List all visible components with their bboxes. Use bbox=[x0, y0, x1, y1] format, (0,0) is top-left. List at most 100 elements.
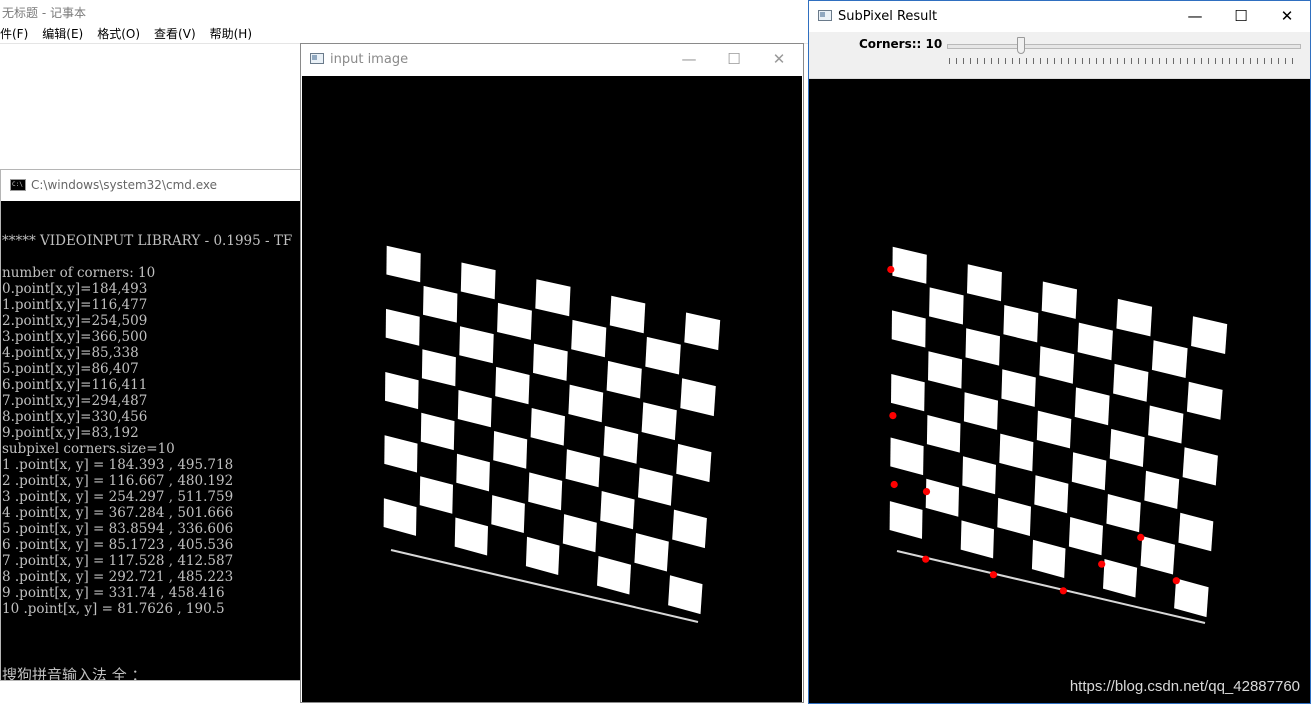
checker-square bbox=[960, 520, 994, 559]
menu-view[interactable]: 查看(V) bbox=[154, 25, 196, 43]
checkerboard-image-with-corners bbox=[887, 246, 1228, 624]
corner-point-marker bbox=[1059, 587, 1067, 595]
checker-square bbox=[1001, 369, 1036, 407]
checker-square bbox=[890, 437, 924, 476]
subpixel-result-canvas bbox=[809, 79, 1310, 703]
checker-square bbox=[684, 312, 721, 351]
console-line: 4 .point[x, y] = 367.284 , 501.666 bbox=[2, 505, 234, 521]
console-line: 2 .point[x, y] = 116.667 , 480.192 bbox=[2, 473, 234, 489]
checker-square bbox=[459, 326, 494, 364]
checker-square bbox=[385, 372, 419, 410]
checker-square bbox=[1034, 475, 1069, 514]
checker-square bbox=[600, 491, 635, 530]
checker-square bbox=[1186, 381, 1223, 420]
checker-square bbox=[419, 476, 453, 514]
console-line: 9.point[x,y]=83,192 bbox=[2, 425, 139, 441]
checker-square bbox=[1003, 305, 1039, 343]
console-line: 1.point[x,y]=116,477 bbox=[2, 297, 148, 313]
checker-square bbox=[638, 467, 673, 506]
checker-square bbox=[641, 402, 677, 441]
checker-square bbox=[1039, 346, 1075, 384]
console-line: 10 .point[x, y] = 81.7626 , 190.5 bbox=[2, 601, 225, 617]
checker-square bbox=[1182, 447, 1218, 486]
console-line: number of corners: 10 bbox=[2, 265, 156, 281]
checker-square bbox=[645, 336, 681, 375]
close-button[interactable]: ✕ bbox=[764, 48, 794, 70]
menu-edit[interactable]: 编辑(E) bbox=[42, 25, 83, 43]
checker-square bbox=[962, 456, 996, 495]
checker-square bbox=[965, 328, 1000, 366]
window-app-icon bbox=[818, 10, 832, 21]
trackbar-track[interactable] bbox=[947, 44, 1301, 49]
input-image-window: input image — ☐ ✕ bbox=[300, 43, 804, 703]
checker-square bbox=[929, 287, 964, 325]
cmd-output: ***** VIDEOINPUT LIBRARY - 0.1995 - TF n… bbox=[2, 217, 301, 617]
checker-square bbox=[491, 495, 525, 533]
console-line: ***** VIDEOINPUT LIBRARY - 0.1995 - TF bbox=[2, 233, 293, 249]
checker-square bbox=[454, 517, 488, 556]
checker-square bbox=[423, 285, 458, 323]
console-line: 9 .point[x, y] = 331.74 , 458.416 bbox=[2, 585, 225, 601]
trackbar-ticks bbox=[949, 58, 1299, 64]
console-line: 3 .point[x, y] = 254.297 , 511.759 bbox=[2, 489, 234, 505]
checker-square bbox=[1071, 452, 1107, 491]
checker-square bbox=[530, 408, 565, 446]
checker-square bbox=[457, 390, 492, 428]
checker-square bbox=[1151, 340, 1188, 378]
corner-point-marker bbox=[922, 488, 931, 496]
corner-point-marker bbox=[889, 412, 897, 420]
checker-square bbox=[460, 262, 496, 300]
checker-square bbox=[999, 433, 1034, 472]
checker-square bbox=[421, 349, 456, 387]
cmd-titlebar[interactable]: C:\ C:\windows\system32\cmd.exe bbox=[1, 170, 301, 201]
console-line: 1 .point[x, y] = 184.393 , 495.718 bbox=[2, 457, 234, 473]
checker-square bbox=[926, 415, 961, 453]
checker-square bbox=[1109, 428, 1145, 467]
checker-square bbox=[1036, 410, 1072, 449]
corner-point-marker bbox=[922, 555, 930, 563]
ime-status: 搜狗拼音输入法 全 ： bbox=[2, 666, 147, 681]
checker-square bbox=[997, 497, 1031, 536]
menu-file[interactable]: 件(F) bbox=[0, 25, 28, 43]
console-line: 7.point[x,y]=294,487 bbox=[2, 393, 148, 409]
input-window-titlebar[interactable]: input image — ☐ ✕ bbox=[301, 44, 803, 76]
trackbar-label: Corners:: 10 bbox=[859, 37, 943, 51]
checker-square bbox=[597, 556, 631, 595]
checker-square bbox=[963, 392, 998, 430]
watermark: https://blog.csdn.net/qq_42887760 bbox=[1069, 678, 1300, 695]
menu-help[interactable]: 帮助(H) bbox=[210, 25, 252, 43]
checker-square bbox=[634, 533, 669, 572]
checker-square bbox=[385, 308, 420, 346]
console-line: 6.point[x,y]=116,411 bbox=[2, 377, 148, 393]
console-line: 8.point[x,y]=330,456 bbox=[2, 409, 148, 425]
checker-square bbox=[928, 351, 963, 389]
checker-square bbox=[603, 425, 639, 464]
subpixel-window-title: SubPixel Result bbox=[838, 9, 938, 24]
checker-square bbox=[533, 343, 568, 381]
checkerboard-image bbox=[383, 245, 721, 623]
minimize-button[interactable]: — bbox=[674, 48, 704, 70]
checker-square bbox=[1174, 578, 1209, 618]
checker-square bbox=[606, 360, 642, 399]
checker-square bbox=[1113, 363, 1149, 402]
checker-square bbox=[386, 245, 421, 283]
corner-point-marker bbox=[887, 265, 895, 274]
close-button[interactable]: ✕ bbox=[1272, 5, 1302, 27]
minimize-button[interactable]: — bbox=[1180, 5, 1210, 27]
checker-square bbox=[889, 501, 923, 539]
cmd-window: C:\ C:\windows\system32\cmd.exe ***** VI… bbox=[0, 169, 302, 681]
maximize-button[interactable]: ☐ bbox=[1226, 5, 1256, 27]
maximize-button[interactable]: ☐ bbox=[719, 48, 749, 70]
console-line: 3.point[x,y]=366,500 bbox=[2, 329, 148, 345]
checker-square bbox=[495, 366, 530, 405]
trackbar-panel: Corners:: 10 bbox=[809, 32, 1310, 79]
subpixel-window-titlebar[interactable]: SubPixel Result — ☐ ✕ bbox=[809, 1, 1310, 32]
checker-square bbox=[1068, 517, 1103, 556]
trackbar-thumb[interactable] bbox=[1017, 37, 1025, 54]
console-line: 7 .point[x, y] = 117.528 , 412.587 bbox=[2, 553, 234, 569]
menu-format[interactable]: 格式(O) bbox=[97, 25, 140, 43]
checker-square bbox=[668, 575, 703, 615]
window-app-icon bbox=[310, 53, 324, 64]
checker-square bbox=[384, 435, 418, 473]
